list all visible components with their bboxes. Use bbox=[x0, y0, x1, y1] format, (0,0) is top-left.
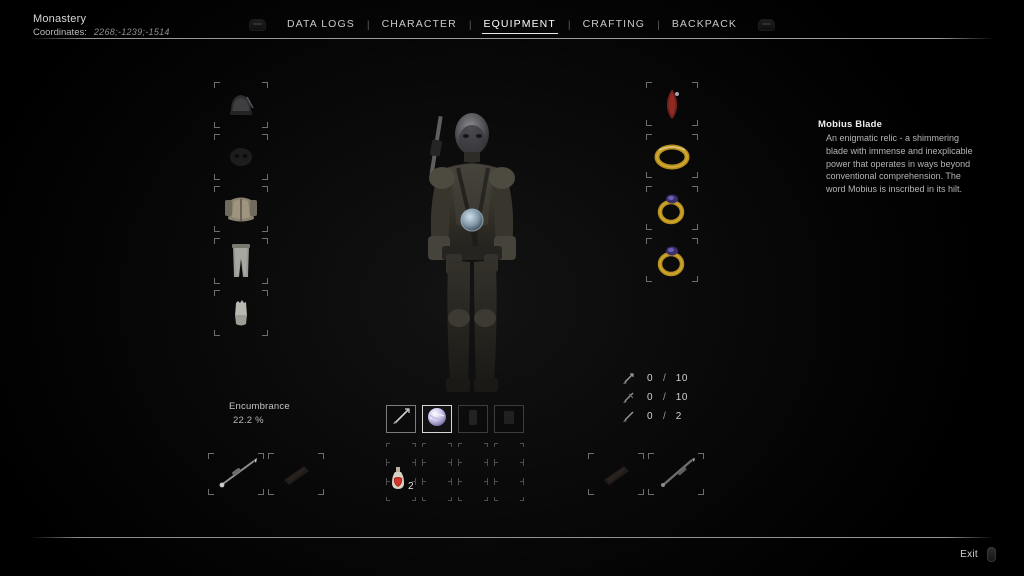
primary-weapon-slot[interactable] bbox=[208, 453, 264, 495]
tab-character[interactable]: CHARACTER bbox=[371, 16, 468, 34]
amulet-slot[interactable] bbox=[646, 82, 698, 126]
tab-backpack[interactable]: BACKPACK bbox=[661, 16, 748, 34]
ring-slot-3[interactable] bbox=[646, 238, 698, 282]
nav-tabs: DATA LOGS | CHARACTER | EQUIPMENT | CRAF… bbox=[0, 16, 1024, 34]
consumable-slot[interactable] bbox=[458, 462, 488, 482]
ammo-separator: / bbox=[663, 392, 666, 403]
ammo-max: 10 bbox=[675, 392, 688, 403]
header-bar: Monastery Coordinates: 2268;-1239;-1514 … bbox=[0, 0, 1024, 40]
tab-crafting[interactable]: CRAFTING bbox=[572, 16, 656, 34]
gem-ring-icon bbox=[646, 186, 698, 230]
hands-slot[interactable] bbox=[214, 290, 268, 336]
consumable-slot[interactable] bbox=[422, 481, 452, 501]
ammo-current: 0 bbox=[646, 392, 653, 403]
header-divider bbox=[30, 38, 995, 39]
ammo-bolt: 0 / 10 bbox=[621, 388, 688, 407]
trousers-icon bbox=[214, 238, 268, 284]
unknown-item-icon bbox=[500, 407, 518, 432]
ammo-current: 0 bbox=[646, 373, 653, 384]
quickslot-1[interactable] bbox=[386, 405, 416, 433]
mobius-blade-orb-icon bbox=[426, 406, 448, 433]
controller-button-icon bbox=[987, 547, 996, 562]
gold-band-icon bbox=[646, 134, 698, 178]
longsword-icon bbox=[648, 453, 704, 495]
item-description: An enigmatic relic - a shimmering blade … bbox=[826, 133, 973, 195]
body-armor-icon bbox=[214, 186, 268, 232]
encumbrance-block: Encumbrance 22.2 % bbox=[229, 400, 290, 428]
right-bumper-icon[interactable] bbox=[758, 19, 776, 31]
red-relic-icon bbox=[646, 82, 698, 126]
ring-slot-2[interactable] bbox=[646, 186, 698, 230]
bolt-icon bbox=[621, 391, 635, 405]
tab-data-logs[interactable]: DATA LOGS bbox=[276, 16, 366, 34]
consumable-slot[interactable] bbox=[422, 443, 452, 463]
quickslot-4[interactable] bbox=[494, 405, 524, 433]
ring-slot-1[interactable] bbox=[646, 134, 698, 178]
item-title: Mobius Blade bbox=[818, 119, 883, 130]
sword-icon bbox=[390, 407, 412, 432]
ammo-separator: / bbox=[663, 373, 666, 384]
gem-ring-icon bbox=[646, 238, 698, 282]
quickslot-3[interactable] bbox=[458, 405, 488, 433]
legs-slot[interactable] bbox=[214, 238, 268, 284]
chest-slot[interactable] bbox=[214, 186, 268, 232]
left-bumper-icon[interactable] bbox=[248, 19, 266, 31]
ammo-max: 10 bbox=[675, 373, 688, 384]
health-potion-quantity: 2 bbox=[408, 481, 414, 492]
consumable-slot[interactable] bbox=[386, 443, 416, 463]
head-slot[interactable] bbox=[214, 82, 268, 128]
face-slot[interactable] bbox=[214, 134, 268, 180]
exit-label: Exit bbox=[960, 549, 978, 560]
tertiary-weapon-slot[interactable] bbox=[588, 453, 644, 495]
health-potion-icon bbox=[390, 466, 406, 497]
spear-icon bbox=[208, 453, 264, 495]
tab-equipment[interactable]: EQUIPMENT bbox=[473, 16, 567, 34]
item-info-panel: Mobius Blade An enigmatic relic - a shim… bbox=[818, 119, 978, 196]
consumable-slot[interactable] bbox=[494, 443, 524, 463]
quickslot-2[interactable] bbox=[422, 405, 452, 433]
consumable-slot[interactable] bbox=[458, 443, 488, 463]
ammo-max: 2 bbox=[675, 411, 682, 422]
dark-blade-icon bbox=[588, 453, 644, 495]
back-weapon bbox=[429, 116, 443, 174]
ammo-separator: / bbox=[663, 411, 666, 422]
secondary-weapon-slot[interactable] bbox=[268, 453, 324, 495]
quaternary-weapon-slot[interactable] bbox=[648, 453, 704, 495]
unknown-item-icon bbox=[464, 407, 482, 432]
exit-button[interactable]: Exit bbox=[960, 547, 996, 562]
ammo-arrow: 0 / 10 bbox=[621, 369, 688, 388]
ammo-current: 0 bbox=[646, 411, 653, 422]
consumable-slot[interactable] bbox=[422, 462, 452, 482]
consumable-slot[interactable] bbox=[494, 481, 524, 501]
footer-divider bbox=[30, 537, 995, 538]
mask-icon bbox=[214, 134, 268, 180]
ammo-special: 0 / 2 bbox=[621, 407, 688, 426]
gloves-icon bbox=[214, 290, 268, 336]
encumbrance-label: Encumbrance bbox=[229, 401, 290, 412]
dark-blade-icon bbox=[268, 453, 324, 495]
consumable-slot[interactable] bbox=[458, 481, 488, 501]
equipment-screen: Monastery Coordinates: 2268;-1239;-1514 … bbox=[0, 0, 1024, 576]
dart-icon bbox=[621, 410, 635, 424]
encumbrance-value: 22.2 % bbox=[233, 414, 264, 426]
ammo-panel: 0 / 10 0 / 10 0 / 2 bbox=[621, 369, 688, 426]
consumable-slot[interactable] bbox=[494, 462, 524, 482]
helmet-icon bbox=[214, 82, 268, 128]
character-model bbox=[392, 96, 552, 396]
arrow-icon bbox=[621, 372, 635, 386]
